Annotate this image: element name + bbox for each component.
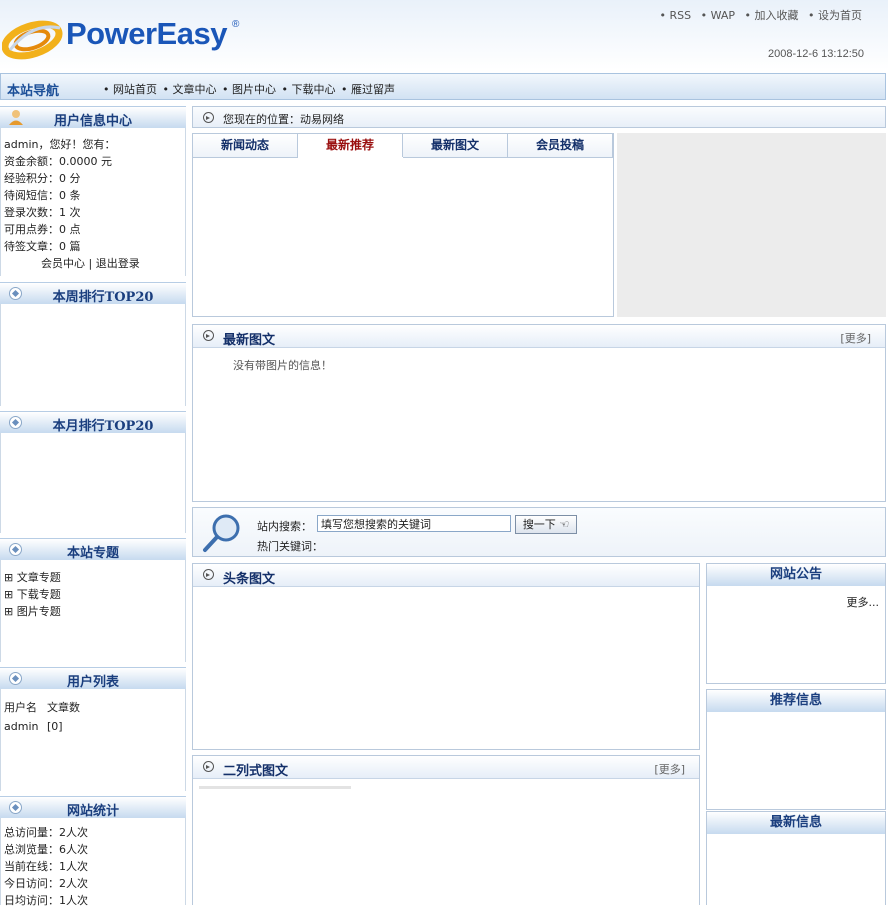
arrow-icon (203, 330, 214, 341)
stats-body: 总访问量：2人次 总浏览量：6人次 当前在线：1人次 今日访问：2人次 日均访问… (0, 818, 186, 907)
search-panel: 站内搜索： 搜一下 ☜ 热门关键词： (192, 507, 886, 557)
week-top-title: 本周排行TOP20 (52, 290, 154, 305)
nav-download-link[interactable]: • 下载中心 (282, 83, 336, 96)
user-coupons: 可用点券：0 点 (4, 223, 81, 236)
tabs-panel: 新闻动态 最新推荐 最新图文 会员投稿 (192, 133, 614, 317)
latest-pic-panel: 最新图文 [更多] 没有带图片的信息！ (192, 324, 886, 502)
registered-mark: ® (232, 19, 240, 30)
week-top-body (0, 304, 186, 406)
month-top-header: 本月排行TOP20 (0, 411, 186, 434)
top-links: • RSS • WAP • 加入收藏 • 设为首页 (653, 7, 862, 23)
month-top-body (0, 433, 186, 533)
nav-guestbook-link[interactable]: • 雁过留声 (341, 83, 395, 96)
stat-today: 今日访问：2人次 (4, 877, 88, 890)
location-text: 您现在的位置：动易网络 (223, 113, 344, 126)
two-col-pic-panel: 二列式图文 [更多] (192, 755, 700, 905)
stat-daily-avg: 日均访问：1人次 (4, 894, 88, 907)
nav-article-link[interactable]: • 文章中心 (163, 83, 217, 96)
recommend-title: 推荐信息 (707, 690, 885, 712)
arrow-icon (203, 112, 214, 123)
user-list-header: 用户列表 (0, 667, 186, 690)
logo-swirl-icon (2, 20, 63, 60)
rss-link[interactable]: • RSS (659, 9, 691, 22)
user-info-title: 用户信息中心 (53, 114, 132, 129)
location-bar: 您现在的位置：动易网络 (192, 106, 886, 128)
user-pending: 待签文章：0 篇 (4, 240, 81, 253)
stat-total-views: 总浏览量：6人次 (4, 843, 88, 856)
nav-title: 本站导航 (7, 84, 60, 99)
special-download-item[interactable]: ⊞ 下载专题 (4, 586, 61, 602)
latest-pic-title: 最新图文 (223, 333, 276, 348)
nav-home-link[interactable]: • 网站首页 (103, 83, 157, 96)
stats-title: 网站统计 (66, 804, 119, 819)
user-list-name[interactable]: admin (4, 720, 38, 733)
arrow-icon (203, 569, 214, 580)
special-article-item[interactable]: ⊞ 文章专题 (4, 569, 61, 585)
user-list-title: 用户列表 (66, 675, 119, 690)
logout-link[interactable]: 退出登录 (96, 257, 140, 270)
divider (199, 786, 351, 789)
specials-title: 本站专题 (66, 546, 119, 561)
special-picture-item[interactable]: ⊞ 图片专题 (4, 603, 61, 619)
wap-link[interactable]: • WAP (701, 9, 735, 22)
user-balance: 资金余额：0.0000 元 (4, 155, 112, 168)
datetime-display: 2008-12-6 13:12:50 (767, 48, 864, 60)
week-top-header: 本周排行TOP20 (0, 282, 186, 305)
user-points: 经验积分：0 分 (4, 172, 81, 185)
specials-header: 本站专题 (0, 538, 186, 561)
latest-pic-empty: 没有带图片的信息！ (233, 359, 332, 372)
site-header: PowerEasy ® • RSS • WAP • 加入收藏 • 设为首页 20… (0, 0, 888, 70)
banner-placeholder (617, 133, 886, 317)
link-separator: | (88, 257, 93, 270)
user-list-count: [0] (47, 720, 63, 733)
user-messages: 待阅短信：0 条 (4, 189, 81, 202)
latest-pic-more-link[interactable]: [更多] (840, 330, 871, 346)
notice-panel: 网站公告 更多... (706, 563, 886, 684)
member-center-link[interactable]: 会员中心 (41, 257, 85, 270)
stat-total-visits: 总访问量：2人次 (4, 826, 88, 839)
user-greeting: admin，您好！您有： (4, 138, 116, 151)
month-top-title: 本月排行TOP20 (52, 419, 154, 434)
notice-more-link[interactable]: 更多... (847, 594, 880, 610)
poweREasy-logo[interactable]: PowerEasy ® (2, 8, 252, 66)
search-label: 站内搜索： (257, 520, 312, 533)
user-list-col-user: 用户名 (4, 701, 37, 714)
search-button-label: 搜一下 (522, 518, 556, 531)
user-info-body: admin，您好！您有： 资金余额：0.0000 元 经验积分：0 分 待阅短信… (0, 128, 186, 276)
latest-info-panel: 最新信息 (706, 811, 886, 905)
two-col-pic-title: 二列式图文 (223, 764, 289, 779)
tab-recommend[interactable]: 最新推荐 (298, 134, 403, 157)
hot-keywords-label: 热门关键词： (257, 540, 323, 553)
user-info-header: 用户信息中心 (0, 106, 186, 129)
nav-picture-link[interactable]: • 图片中心 (222, 83, 276, 96)
user-logins: 登录次数：1 次 (4, 206, 81, 219)
tab-latest-pic[interactable]: 最新图文 (403, 134, 508, 157)
two-col-pic-more-link[interactable]: [更多] (654, 761, 685, 777)
headline-pic-panel: 头条图文 (192, 563, 700, 750)
specials-body: ⊞ 文章专题 ⊞ 下载专题 ⊞ 图片专题 (0, 560, 186, 662)
set-homepage-link[interactable]: • 设为首页 (808, 9, 862, 22)
user-list-body: 用户名 文章数 admin [0] (0, 689, 186, 791)
stats-header: 网站统计 (0, 796, 186, 819)
headline-pic-title: 头条图文 (223, 572, 276, 587)
tab-member-submit[interactable]: 会员投稿 (508, 134, 613, 157)
add-favorite-link[interactable]: • 加入收藏 (745, 9, 799, 22)
recommend-panel: 推荐信息 (706, 689, 886, 810)
logo-text: PowerEasy (66, 16, 227, 51)
search-button[interactable]: 搜一下 ☜ (515, 515, 577, 534)
search-input[interactable] (317, 515, 511, 532)
tab-news[interactable]: 新闻动态 (193, 134, 298, 157)
arrow-icon (203, 761, 214, 772)
cursor-icon: ☜ (559, 518, 570, 531)
site-nav: 本站导航 • 网站首页 • 文章中心 • 图片中心 • 下载中心 • 雁过留声 (0, 73, 886, 100)
magnifier-icon (203, 514, 240, 552)
member-links: 会员中心 | 退出登录 (41, 255, 140, 271)
latest-info-title: 最新信息 (707, 812, 885, 834)
stat-online: 当前在线：1人次 (4, 860, 88, 873)
user-list-col-count: 文章数 (47, 701, 80, 714)
notice-title: 网站公告 (707, 564, 885, 586)
